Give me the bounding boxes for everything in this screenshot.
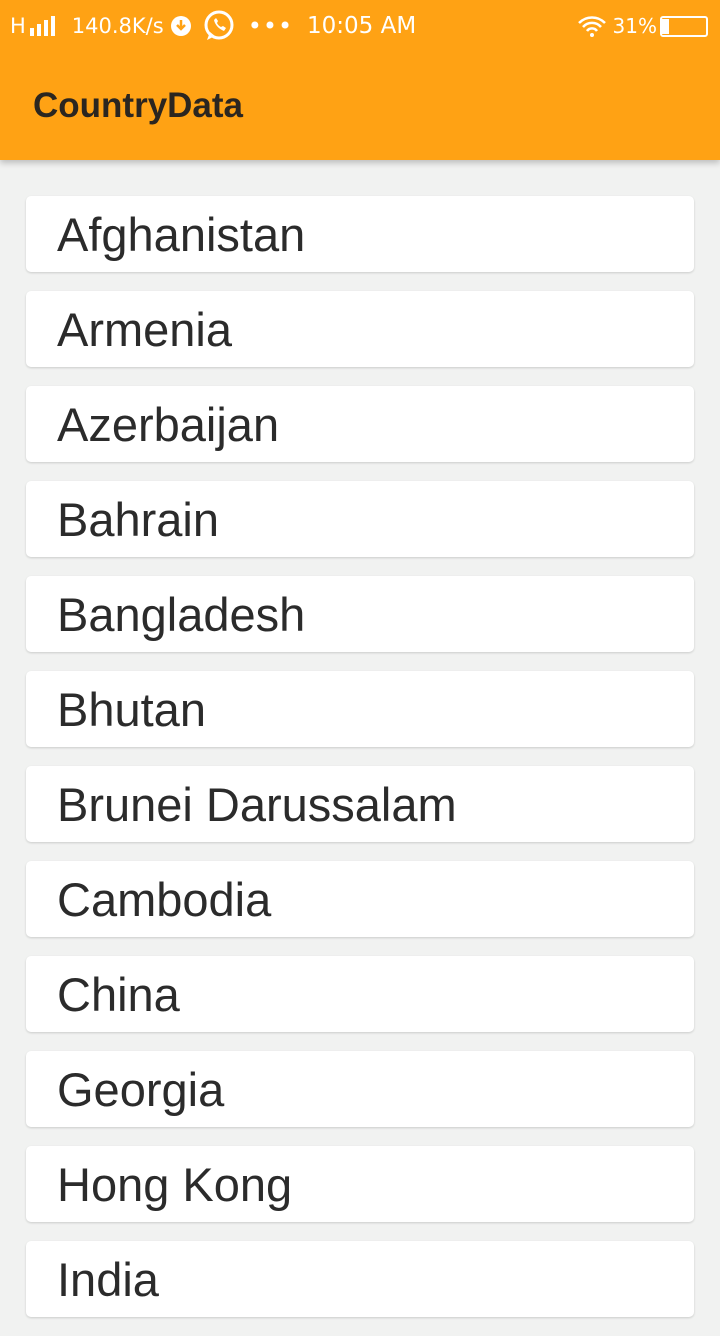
country-list[interactable]: Afghanistan Armenia Azerbaijan Bahrain Bangl… [0,196,720,1336]
country-name: Brunei Darussalam [57,777,457,831]
country-name: Bhutan [57,682,206,736]
country-name: Cambodia [57,872,272,926]
country-list-item[interactable]: Armenia [26,291,694,367]
country-list-item[interactable]: Bahrain [26,481,694,557]
app-title: CountryData [33,86,244,125]
country-list-item[interactable]: Brunei Darussalam [26,766,694,842]
status-bar-right: 31% [577,0,708,52]
country-name: Bahrain [57,492,219,546]
battery-percent: 31% [612,14,657,38]
country-list-item[interactable]: Hong Kong [26,1146,694,1222]
country-list-item[interactable]: Bangladesh [26,576,694,652]
app-bar: CountryData [0,52,720,160]
battery-level [662,18,669,34]
country-name: Azerbaijan [57,397,280,451]
country-name: Armenia [57,302,233,356]
battery-icon [660,15,708,37]
country-name: Hong Kong [57,1157,293,1211]
download-icon [170,15,192,37]
status-bar-left: H 140.8K/s ••• [10,0,293,52]
signal-icon [29,16,58,36]
net-speed: 140.8K/s [71,14,164,38]
country-name: India [57,1252,159,1306]
more-icon: ••• [247,12,294,40]
country-name: Afghanistan [57,207,306,261]
network-type: H [10,14,26,38]
status-time: 10:05 AM [307,13,417,39]
status-bar: H 140.8K/s ••• 10:05 AM 31% [0,0,720,52]
country-list-item[interactable]: China [26,956,694,1032]
country-name: Bangladesh [57,587,306,641]
country-name: China [57,967,180,1021]
country-list-item[interactable]: Afghanistan [26,196,694,272]
country-list-item[interactable]: Georgia [26,1051,694,1127]
country-name: Georgia [57,1062,225,1116]
wifi-icon [577,15,607,37]
country-list-item[interactable]: Azerbaijan [26,386,694,462]
country-list-item[interactable]: Bhutan [26,671,694,747]
country-list-item[interactable]: India [26,1241,694,1317]
country-list-item[interactable]: Cambodia [26,861,694,937]
whatsapp-icon [202,9,236,43]
